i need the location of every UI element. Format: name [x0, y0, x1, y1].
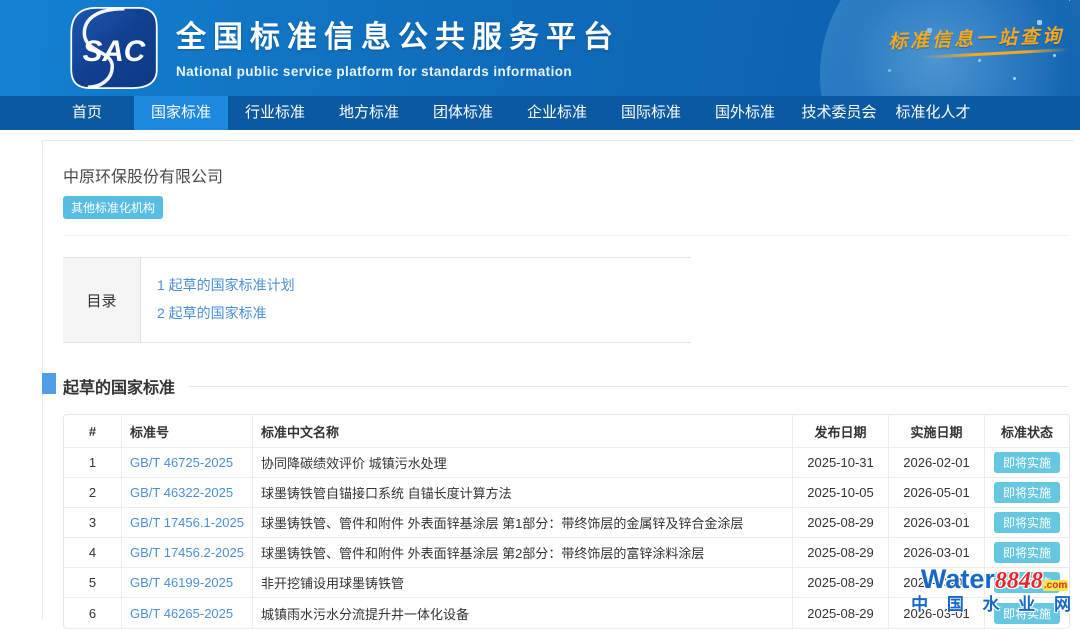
standard-name: 球墨铸铁管自锚接口系统 自锚长度计算方法 [253, 478, 793, 508]
implement-date: 2026-03-01 [889, 508, 985, 538]
table-row: 4 GB/T 17456.2-2025 球墨铸铁管、管件和附件 外表面锌基涂层 … [64, 538, 1069, 568]
row-index: 1 [64, 448, 122, 478]
col-header-pub-date: 发布日期 [793, 415, 889, 448]
publish-date: 2025-08-29 [793, 538, 889, 568]
site-title: 全国标准信息公共服务平台 [176, 12, 620, 56]
col-header-name: 标准中文名称 [253, 415, 793, 448]
col-header-impl-date: 实施日期 [889, 415, 985, 448]
globe-dots-decoration [1069, 0, 1070, 1]
publish-date: 2025-08-29 [793, 598, 889, 628]
implement-date: 2026-02-01 [889, 448, 985, 478]
sac-logo-icon: SAC [70, 7, 158, 89]
row-index: 6 [64, 598, 122, 628]
row-index: 2 [64, 478, 122, 508]
nav-item-national-standards[interactable]: 国家标准 [134, 96, 228, 130]
publish-date: 2025-10-31 [793, 448, 889, 478]
sac-logo[interactable]: SAC [70, 7, 158, 89]
col-header-code: 标准号 [122, 415, 253, 448]
nav-item-local-standards[interactable]: 地方标准 [322, 96, 416, 130]
publish-date: 2025-08-29 [793, 508, 889, 538]
toc-link-drafted-national-standards[interactable]: 2 起草的国家标准 [157, 299, 295, 327]
col-header-index: # [64, 415, 122, 448]
content-card: 中原环保股份有限公司 其他标准化机构 目录 1 起草的国家标准计划 2 起草的国… [42, 140, 1074, 620]
standard-code-link[interactable]: GB/T 17456.1-2025 [130, 515, 244, 530]
section-rule [189, 386, 1068, 387]
table-row: 5 GB/T 46199-2025 非开挖铺设用球墨铸铁管 2025-08-29… [64, 568, 1069, 598]
standard-code-link[interactable]: GB/T 46725-2025 [130, 455, 233, 470]
company-name: 中原环保股份有限公司 [63, 163, 1070, 187]
status-badge: 即将实施 [994, 603, 1060, 624]
standard-code-link[interactable]: GB/T 17456.2-2025 [130, 545, 244, 560]
divider [63, 235, 1069, 236]
standard-code-link[interactable]: GB/T 46322-2025 [130, 485, 233, 500]
svg-text:SAC: SAC [83, 35, 146, 68]
nav-item-foreign-standards[interactable]: 国外标准 [698, 96, 792, 130]
table-row: 2 GB/T 46322-2025 球墨铸铁管自锚接口系统 自锚长度计算方法 2… [64, 478, 1069, 508]
row-index: 3 [64, 508, 122, 538]
nav-item-enterprise-standards[interactable]: 企业标准 [510, 96, 604, 130]
status-badge: 即将实施 [994, 482, 1060, 503]
table-header-row: # 标准号 标准中文名称 发布日期 实施日期 标准状态 [64, 415, 1069, 448]
company-type-badge: 其他标准化机构 [63, 196, 163, 219]
publish-date: 2025-10-05 [793, 478, 889, 508]
implement-date: 2026-03-01 [889, 568, 985, 598]
nav-item-standardization-talent[interactable]: 标准化人才 [886, 96, 980, 130]
site-subtitle: National public service platform for sta… [176, 64, 620, 79]
nav-item-group-standards[interactable]: 团体标准 [416, 96, 510, 130]
toc-box: 目录 1 起草的国家标准计划 2 起草的国家标准 [63, 257, 691, 343]
nav-item-home[interactable]: 首页 [40, 96, 134, 130]
implement-date: 2026-05-01 [889, 478, 985, 508]
standard-name: 非开挖铺设用球墨铸铁管 [253, 568, 793, 598]
header-titles: 全国标准信息公共服务平台 National public service pla… [176, 12, 620, 79]
standard-code-link[interactable]: GB/T 46199-2025 [130, 575, 233, 590]
toc-title: 目录 [63, 258, 141, 342]
toc-link-drafted-national-plans[interactable]: 1 起草的国家标准计划 [157, 271, 295, 299]
section-marker-icon [42, 373, 56, 394]
standard-name: 城镇雨水污水分流提升井一体化设备 [253, 598, 793, 628]
section-title: 起草的国家标准 [63, 374, 175, 398]
implement-date: 2026-03-01 [889, 538, 985, 568]
status-badge: 即将实施 [994, 452, 1060, 473]
standard-code-link[interactable]: GB/T 46265-2025 [130, 606, 233, 621]
status-badge: 即将实施 [994, 542, 1060, 563]
col-header-status: 标准状态 [985, 415, 1069, 448]
publish-date: 2025-08-29 [793, 568, 889, 598]
implement-date: 2026-03-01 [889, 598, 985, 628]
toc-links: 1 起草的国家标准计划 2 起草的国家标准 [141, 258, 295, 342]
table-row: 3 GB/T 17456.1-2025 球墨铸铁管、管件和附件 外表面锌基涂层 … [64, 508, 1069, 538]
site-header: SAC 全国标准信息公共服务平台 National public service… [0, 0, 1080, 96]
table-row: 6 GB/T 46265-2025 城镇雨水污水分流提升井一体化设备 2025-… [64, 598, 1069, 628]
row-index: 4 [64, 538, 122, 568]
row-index: 5 [64, 568, 122, 598]
status-badge: 即将实施 [994, 572, 1060, 593]
status-badge: 即将实施 [994, 512, 1060, 533]
standards-table: # 标准号 标准中文名称 发布日期 实施日期 标准状态 1 GB/T 46725… [63, 414, 1070, 629]
standard-name: 球墨铸铁管、管件和附件 外表面锌基涂层 第2部分：带终饰层的富锌涂料涂层 [253, 538, 793, 568]
nav-item-technical-committees[interactable]: 技术委员会 [792, 96, 886, 130]
section-header: 起草的国家标准 [63, 374, 1070, 398]
standard-name: 协同降碳绩效评价 城镇污水处理 [253, 448, 793, 478]
nav-item-industry-standards[interactable]: 行业标准 [228, 96, 322, 130]
main-nav: 首页 国家标准 行业标准 地方标准 团体标准 企业标准 国际标准 国外标准 技术… [0, 96, 1080, 130]
table-row: 1 GB/T 46725-2025 协同降碳绩效评价 城镇污水处理 2025-1… [64, 448, 1069, 478]
standard-name: 球墨铸铁管、管件和附件 外表面锌基涂层 第1部分：带终饰层的金属锌及锌合金涂层 [253, 508, 793, 538]
nav-item-international-standards[interactable]: 国际标准 [604, 96, 698, 130]
